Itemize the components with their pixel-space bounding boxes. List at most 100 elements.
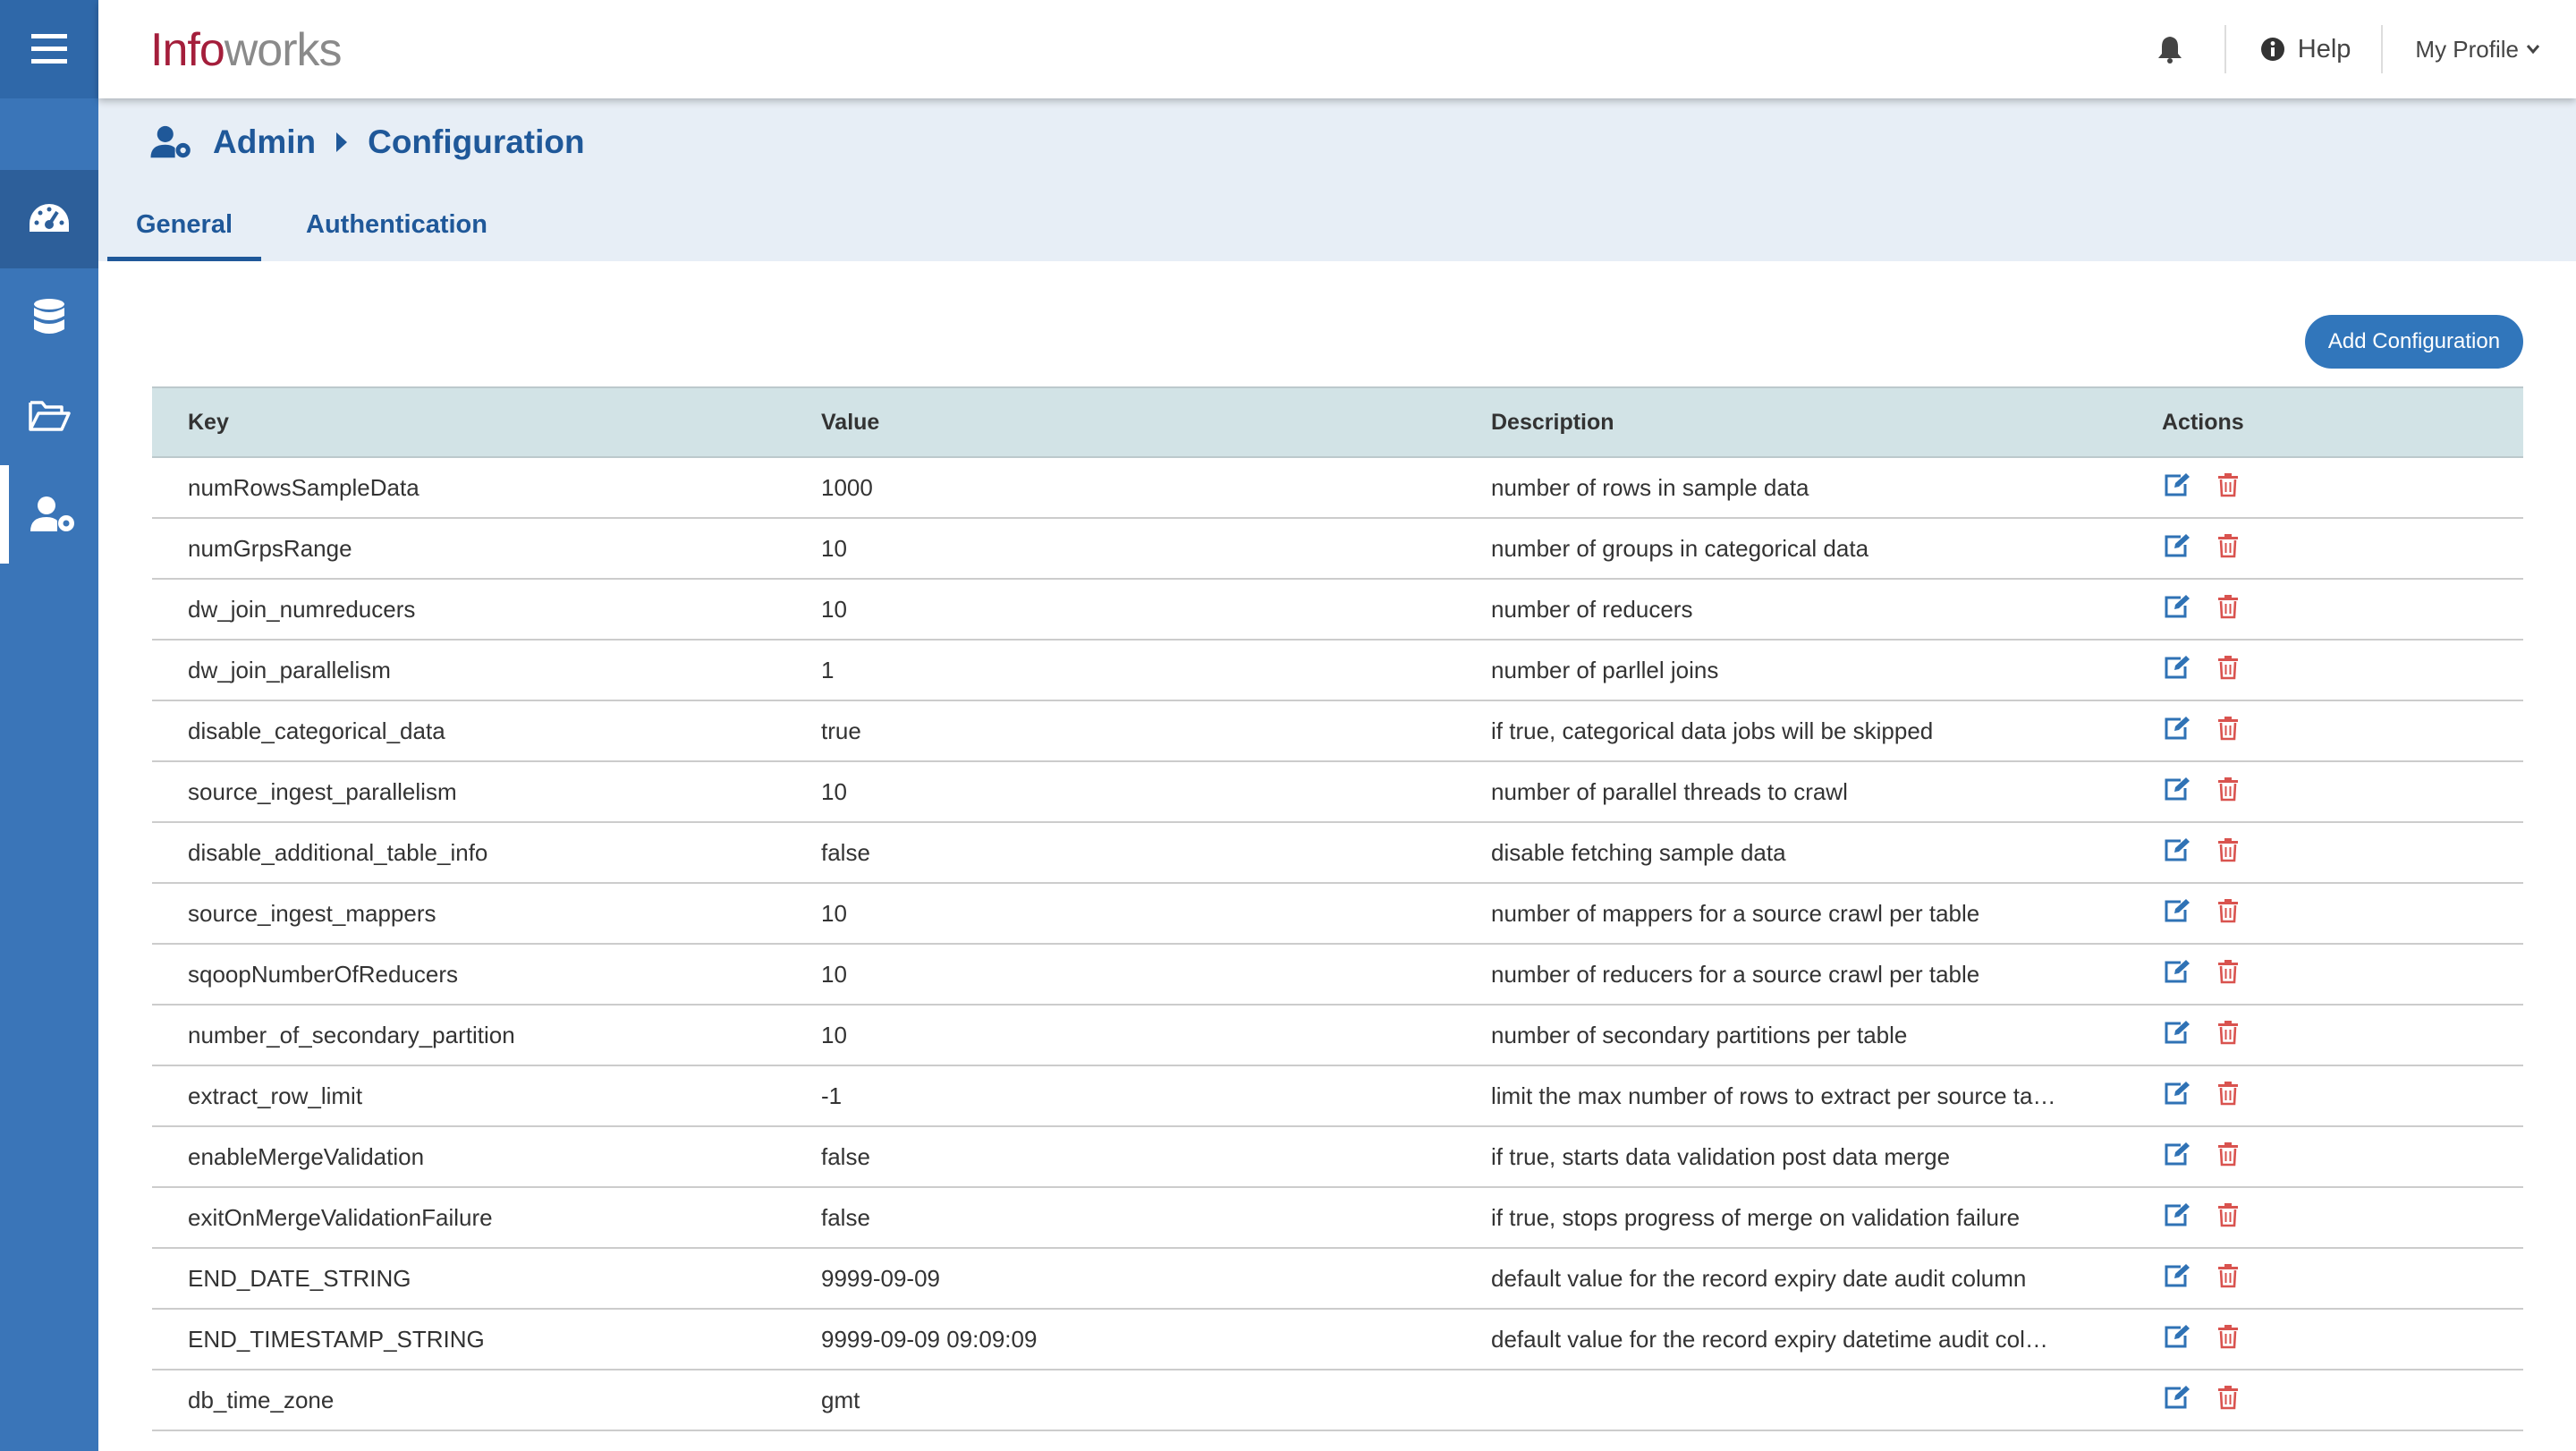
sidebar-item-domains[interactable] (0, 367, 98, 465)
cell-actions (2162, 1126, 2523, 1188)
edit-icon[interactable] (2164, 716, 2190, 747)
cell-key: extract_row_limit (152, 1065, 821, 1127)
cell-description: number of mappers for a source crawl per… (1491, 883, 2162, 945)
delete-trash-icon[interactable] (2217, 776, 2239, 808)
cell-description (1491, 1370, 2162, 1431)
add-configuration-button[interactable]: Add Configuration (2305, 315, 2523, 369)
edit-icon[interactable] (2164, 1081, 2190, 1112)
delete-trash-icon[interactable] (2217, 898, 2239, 929)
column-header-description[interactable]: Description (1491, 386, 2162, 458)
table-row: source_ingest_parallelism 10 number of par… (152, 761, 2523, 823)
delete-trash-icon[interactable] (2217, 1081, 2239, 1112)
delete-trash-icon[interactable] (2217, 1020, 2239, 1051)
cell-actions (2162, 883, 2523, 945)
table-row: source_ingest_mappers 10 number of mappers… (152, 883, 2523, 945)
edit-icon[interactable] (2164, 533, 2190, 564)
cell-actions (2162, 518, 2523, 580)
cell-description: number of reducers (1491, 579, 2162, 641)
delete-trash-icon[interactable] (2217, 837, 2239, 869)
cell-description: if true, starts data validation post dat… (1491, 1126, 2162, 1188)
cell-value: 10 (821, 883, 1491, 945)
edit-icon[interactable] (2164, 1324, 2190, 1355)
tab-authentication[interactable]: Authentication (277, 188, 516, 261)
cell-actions (2162, 579, 2523, 641)
edit-icon[interactable] (2164, 655, 2190, 686)
edit-icon[interactable] (2164, 898, 2190, 929)
column-header-actions: Actions (2162, 386, 2523, 458)
cell-actions (2162, 1370, 2523, 1431)
table-row: numRowsSampleData 1000 number of rows in s… (152, 457, 2523, 519)
table-row: END_TIMESTAMP_STRING 9999-09-09 09:09:09 d… (152, 1309, 2523, 1370)
delete-trash-icon[interactable] (2217, 1263, 2239, 1294)
cell-value: 9999-09-09 09:09:09 (821, 1309, 1491, 1370)
cell-actions (2162, 1005, 2523, 1066)
cell-description: number of parllel joins (1491, 640, 2162, 701)
edit-icon[interactable] (2164, 959, 2190, 990)
tab-general[interactable]: General (107, 188, 261, 261)
cell-description: number of secondary partitions per table (1491, 1005, 2162, 1066)
chevron-down-icon (2526, 45, 2540, 55)
cell-key: sqoopNumberOfReducers (152, 944, 821, 1006)
table-row: db_time_zone gmt (152, 1370, 2523, 1431)
hamburger-menu-button[interactable] (0, 0, 98, 98)
top-bar: Infoworks Help My Profile (98, 0, 2576, 98)
sidebar-item-data-sources[interactable] (0, 268, 98, 367)
column-header-key[interactable]: Key (152, 386, 821, 458)
column-header-value[interactable]: Value (821, 386, 1491, 458)
cell-actions (2162, 761, 2523, 823)
table-row: exitOnMergeValidationFailure false if true… (152, 1187, 2523, 1249)
user-cog-icon (30, 496, 74, 531)
cell-key: numGrpsRange (152, 518, 821, 580)
tab-bar: General Authentication (107, 188, 516, 261)
cell-description: number of rows in sample data (1491, 457, 2162, 519)
dashboard-gauge-icon (30, 204, 69, 232)
help-link[interactable]: Help (2226, 35, 2382, 64)
delete-trash-icon[interactable] (2217, 1141, 2239, 1173)
cell-value: gmt (821, 1370, 1491, 1431)
delete-trash-icon[interactable] (2217, 716, 2239, 747)
my-profile-dropdown[interactable]: My Profile (2383, 36, 2576, 64)
breadcrumb-admin[interactable]: Admin (213, 123, 316, 161)
sidebar-item-admin[interactable] (0, 465, 98, 564)
delete-trash-icon[interactable] (2217, 1324, 2239, 1355)
cell-key: disable_categorical_data (152, 700, 821, 762)
edit-icon[interactable] (2164, 1385, 2190, 1416)
cell-description: number of reducers for a source crawl pe… (1491, 944, 2162, 1006)
edit-icon[interactable] (2164, 1141, 2190, 1173)
cell-description: limit the max number of rows to extract … (1491, 1065, 2162, 1127)
breadcrumb: Admin Configuration (150, 123, 585, 161)
user-cog-icon (150, 125, 191, 158)
info-icon (2260, 38, 2284, 61)
cell-value: true (821, 700, 1491, 762)
table-row: END_DATE_STRING 9999-09-09 default value f… (152, 1248, 2523, 1310)
notifications-button[interactable] (2140, 0, 2199, 98)
infoworks-logo[interactable]: Infoworks (150, 23, 343, 77)
delete-trash-icon[interactable] (2217, 1202, 2239, 1234)
edit-icon[interactable] (2164, 776, 2190, 808)
edit-icon[interactable] (2164, 472, 2190, 504)
cell-key: dw_join_parallelism (152, 640, 821, 701)
cell-key: number_of_secondary_partition (152, 1005, 821, 1066)
cell-value: 10 (821, 1005, 1491, 1066)
cell-actions (2162, 1065, 2523, 1127)
delete-trash-icon[interactable] (2217, 655, 2239, 686)
edit-icon[interactable] (2164, 837, 2190, 869)
edit-icon[interactable] (2164, 1202, 2190, 1234)
delete-trash-icon[interactable] (2217, 472, 2239, 504)
delete-trash-icon[interactable] (2217, 1385, 2239, 1416)
cell-value: false (821, 1187, 1491, 1249)
cell-value: 1 (821, 640, 1491, 701)
cell-actions (2162, 822, 2523, 884)
edit-icon[interactable] (2164, 1020, 2190, 1051)
cell-description: default value for the record expiry date… (1491, 1309, 2162, 1370)
cell-key: numRowsSampleData (152, 457, 821, 519)
delete-trash-icon[interactable] (2217, 533, 2239, 564)
edit-icon[interactable] (2164, 1263, 2190, 1294)
edit-icon[interactable] (2164, 594, 2190, 625)
delete-trash-icon[interactable] (2217, 594, 2239, 625)
cell-value: 10 (821, 761, 1491, 823)
delete-trash-icon[interactable] (2217, 959, 2239, 990)
sidebar-item-dashboard[interactable] (0, 170, 98, 268)
cell-description: number of parallel threads to crawl (1491, 761, 2162, 823)
cell-value: 10 (821, 518, 1491, 580)
